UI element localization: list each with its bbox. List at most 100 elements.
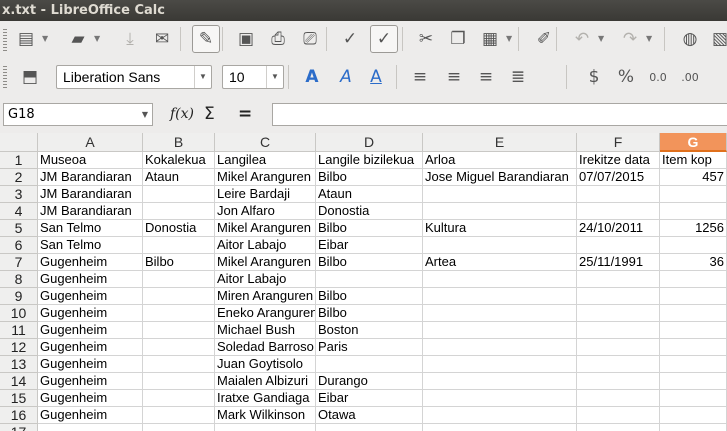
cell-f2[interactable]: 07/07/2015 <box>577 169 660 186</box>
cell-e4[interactable] <box>423 203 577 220</box>
cell-e10[interactable] <box>423 305 577 322</box>
align-center-icon[interactable]: ≡ <box>440 63 468 91</box>
cell-c13[interactable]: Juan Goytisolo <box>215 356 316 373</box>
cell-e7[interactable]: Artea <box>423 254 577 271</box>
cell-g3[interactable] <box>660 186 727 203</box>
row-header[interactable]: 9 <box>0 288 38 305</box>
cell-e1[interactable]: Arloa <box>423 152 577 169</box>
select-all-corner[interactable] <box>0 133 38 152</box>
row-header[interactable]: 8 <box>0 271 38 288</box>
row-header[interactable]: 1 <box>0 152 38 169</box>
function-wizard-icon[interactable]: f(x) <box>170 103 194 126</box>
cell-c17[interactable] <box>215 424 316 431</box>
cell-e3[interactable] <box>423 186 577 203</box>
cell-c5[interactable]: Mikel Aranguren <box>215 220 316 237</box>
currency-icon[interactable]: $ <box>580 63 608 91</box>
cell-b14[interactable] <box>143 373 215 390</box>
cell-g5[interactable]: 1256 <box>660 220 727 237</box>
cell-f3[interactable] <box>577 186 660 203</box>
chevron-down-icon[interactable]: ▼ <box>194 66 211 88</box>
cell-d4[interactable]: Donostia <box>316 203 423 220</box>
cell-f14[interactable] <box>577 373 660 390</box>
cell-c2[interactable]: Mikel Aranguren <box>215 169 316 186</box>
cell-b10[interactable] <box>143 305 215 322</box>
cell-b1[interactable]: Kokalekua <box>143 152 215 169</box>
cell-a8[interactable]: Gugenheim <box>38 271 143 288</box>
row-header[interactable]: 17 <box>0 424 38 431</box>
column-header-a[interactable]: A <box>38 133 143 152</box>
font-name-combo[interactable]: Liberation Sans ▼ <box>56 65 212 89</box>
cell-f13[interactable] <box>577 356 660 373</box>
autospellcheck-icon[interactable]: ✓ <box>370 25 398 53</box>
column-header-b[interactable]: B <box>143 133 215 152</box>
cell-d15[interactable]: Eibar <box>316 390 423 407</box>
cell-a3[interactable]: JM Barandiaran <box>38 186 143 203</box>
cell-g6[interactable] <box>660 237 727 254</box>
cell-c4[interactable]: Jon Alfaro <box>215 203 316 220</box>
chevron-down-icon[interactable]: ▼ <box>42 34 48 43</box>
decimal-icon[interactable]: .00 <box>676 63 704 91</box>
cell-c6[interactable]: Aitor Labajo <box>215 237 316 254</box>
cell-b15[interactable] <box>143 390 215 407</box>
cell-c7[interactable]: Mikel Aranguren <box>215 254 316 271</box>
row-header[interactable]: 5 <box>0 220 38 237</box>
column-header-c[interactable]: C <box>215 133 316 152</box>
cell-g17[interactable] <box>660 424 727 431</box>
row-header[interactable]: 13 <box>0 356 38 373</box>
cell-g13[interactable] <box>660 356 727 373</box>
cell-c8[interactable]: Aitor Labajo <box>215 271 316 288</box>
cell-c10[interactable]: Eneko Aranguren <box>215 305 316 322</box>
cell-e5[interactable]: Kultura <box>423 220 577 237</box>
cell-d13[interactable] <box>316 356 423 373</box>
cell-f12[interactable] <box>577 339 660 356</box>
cell-a7[interactable]: Gugenheim <box>38 254 143 271</box>
chevron-down-icon[interactable]: ▼ <box>138 104 152 125</box>
cell-e11[interactable] <box>423 322 577 339</box>
cell-d5[interactable]: Bilbo <box>316 220 423 237</box>
cell-b13[interactable] <box>143 356 215 373</box>
cell-a6[interactable]: San Telmo <box>38 237 143 254</box>
cell-b7[interactable]: Bilbo <box>143 254 215 271</box>
cell-f7[interactable]: 25/11/1991 <box>577 254 660 271</box>
row-header[interactable]: 6 <box>0 237 38 254</box>
cell-e16[interactable] <box>423 407 577 424</box>
cell-d1[interactable]: Langile bizilekua <box>316 152 423 169</box>
cell-f10[interactable] <box>577 305 660 322</box>
italic-icon[interactable]: A <box>332 63 360 91</box>
chevron-down-icon[interactable]: ▼ <box>94 34 100 43</box>
print-icon[interactable]: ⎙ <box>264 25 292 53</box>
cell-g2[interactable]: 457 <box>660 169 727 186</box>
cell-b4[interactable] <box>143 203 215 220</box>
column-header-g[interactable]: G <box>660 133 727 152</box>
toolbar-grip[interactable] <box>3 66 7 88</box>
cell-f8[interactable] <box>577 271 660 288</box>
cell-a5[interactable]: San Telmo <box>38 220 143 237</box>
cell-g10[interactable] <box>660 305 727 322</box>
cell-c15[interactable]: Iratxe Gandiaga <box>215 390 316 407</box>
cell-d12[interactable]: Paris <box>316 339 423 356</box>
row-header[interactable]: 7 <box>0 254 38 271</box>
spellcheck-icon[interactable]: ✓ <box>336 25 364 53</box>
cell-g16[interactable] <box>660 407 727 424</box>
cell-f17[interactable] <box>577 424 660 431</box>
formula-input[interactable] <box>272 103 727 126</box>
spreadsheet-grid[interactable]: A B C D E F G 1 Museoa Kokalekua Langilea Langile b… <box>0 133 727 431</box>
cell-g11[interactable] <box>660 322 727 339</box>
cell-d16[interactable]: Otawa <box>316 407 423 424</box>
row-header[interactable]: 4 <box>0 203 38 220</box>
cell-e17[interactable] <box>423 424 577 431</box>
number-format-icon[interactable]: 0.0 <box>644 63 672 91</box>
cell-b3[interactable] <box>143 186 215 203</box>
edit-file-icon[interactable]: ✎ <box>192 25 220 53</box>
cell-a12[interactable]: Gugenheim <box>38 339 143 356</box>
cell-b6[interactable] <box>143 237 215 254</box>
cell-d17[interactable] <box>316 424 423 431</box>
cell-a14[interactable]: Gugenheim <box>38 373 143 390</box>
sum-icon[interactable]: Σ <box>204 103 215 126</box>
cell-e2[interactable]: Jose Miguel Barandiaran <box>423 169 577 186</box>
cell-b17[interactable] <box>143 424 215 431</box>
row-header[interactable]: 10 <box>0 305 38 322</box>
cell-f1[interactable]: Irekitze data <box>577 152 660 169</box>
column-header-f[interactable]: F <box>577 133 660 152</box>
cell-e13[interactable] <box>423 356 577 373</box>
